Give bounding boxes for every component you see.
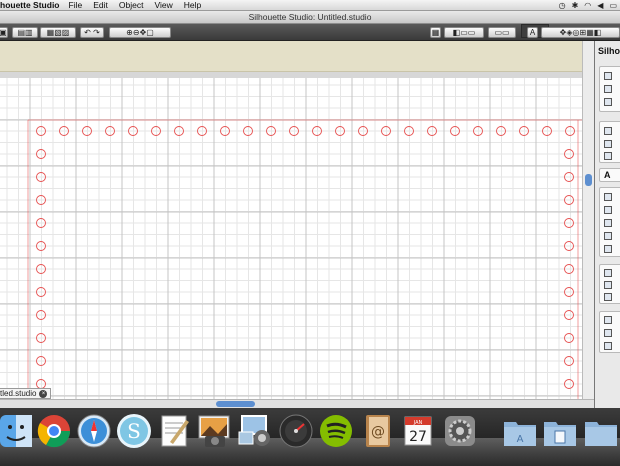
- svg-text:A: A: [517, 434, 524, 445]
- close-icon[interactable]: ×: [39, 389, 48, 398]
- safari-icon[interactable]: [76, 412, 112, 450]
- calendar-month: JAN: [413, 420, 423, 426]
- finder-icon[interactable]: [0, 412, 34, 450]
- calendar-day: 27: [409, 429, 427, 445]
- documents-folder-icon[interactable]: [542, 412, 578, 450]
- text-icon[interactable]: A: [604, 170, 611, 180]
- replicate-icon[interactable]: [604, 232, 612, 240]
- modify-icon[interactable]: [604, 245, 612, 253]
- menu-object[interactable]: Object: [119, 0, 144, 10]
- panel-section-page: [599, 66, 620, 112]
- panel-section-cut: [599, 311, 620, 353]
- menu-help[interactable]: Help: [184, 0, 201, 10]
- svg-text:S: S: [127, 419, 141, 443]
- vertical-scroll-thumb[interactable]: [585, 174, 592, 186]
- grid-settings-icon[interactable]: [604, 85, 612, 93]
- system-preferences-icon[interactable]: [442, 412, 478, 450]
- applications-folder-icon[interactable]: A: [502, 412, 538, 450]
- trace-icon[interactable]: [604, 293, 612, 301]
- bluetooth-icon[interactable]: ✱: [572, 1, 579, 10]
- undo-icon: ↶: [84, 28, 91, 37]
- print-icon: ▤▥: [17, 28, 33, 37]
- menu-bar: houette Studio File Edit Object View Hel…: [0, 0, 620, 11]
- open-icon: ▣: [0, 28, 7, 37]
- menu-edit[interactable]: Edit: [93, 0, 108, 10]
- design-canvas[interactable]: [0, 78, 582, 399]
- panel-section-text: A: [599, 168, 620, 182]
- offset-icon[interactable]: [604, 316, 612, 324]
- menu-view[interactable]: View: [154, 0, 172, 10]
- page-settings-icon[interactable]: [604, 72, 612, 80]
- zoom-in-icon: ⊕: [126, 28, 133, 37]
- panel-title: Silhou: [598, 46, 620, 56]
- cut-copy-paste-group[interactable]: ▦▧▨: [40, 27, 76, 38]
- cut-settings-icon[interactable]: [604, 342, 612, 350]
- redo-icon: ↷: [93, 28, 100, 37]
- text-icon: A: [529, 28, 536, 37]
- horizontal-scroll-thumb[interactable]: [216, 401, 255, 407]
- status-icons: ◷ ✱ ◠ ◀ ▭: [559, 0, 617, 11]
- window-title-bar: Silhouette Studio: Untitled.studio: [0, 11, 620, 24]
- object-tools-group[interactable]: ✥◈◎⊞▦◧: [541, 27, 620, 38]
- fill-icon[interactable]: [604, 140, 612, 148]
- toolbar: ▣ ▤▥ ▦▧▨ ↶ ↷ ⊕⊖✥▢ ▦ ◧▭▭ ▭▭ A ✥◈◎⊞▦◧: [0, 24, 620, 41]
- grid-toggle-button[interactable]: ▦: [430, 27, 441, 38]
- battery-icon[interactable]: ▭: [609, 1, 617, 10]
- spotify-icon[interactable]: [318, 412, 354, 450]
- downloads-folder-icon[interactable]: [583, 412, 619, 450]
- rotate-icon[interactable]: [604, 206, 612, 214]
- menu-file[interactable]: File: [69, 0, 83, 10]
- open-button[interactable]: ▣: [0, 27, 8, 38]
- silhouette-studio-icon[interactable]: S: [116, 412, 152, 450]
- text-tool-button[interactable]: A: [527, 27, 538, 38]
- vertical-scrollbar[interactable]: [582, 41, 594, 408]
- window-title: Silhouette Studio: Untitled.studio: [248, 12, 372, 22]
- volume-icon[interactable]: ◀: [597, 1, 603, 10]
- panel-section-lines: [599, 121, 620, 163]
- document-tab[interactable]: tled.studio ×: [0, 388, 52, 399]
- cut-grid: [0, 78, 582, 399]
- undo-redo-group[interactable]: ↶ ↷: [80, 27, 104, 38]
- calendar-icon[interactable]: JAN 27: [400, 412, 436, 450]
- iphoto-icon[interactable]: [196, 412, 232, 450]
- zoom-tools-group[interactable]: ⊕⊖✥▢: [109, 27, 171, 38]
- image-capture-icon[interactable]: [236, 412, 272, 450]
- save-print-group[interactable]: ▤▥: [12, 27, 38, 38]
- registration-icon[interactable]: [604, 98, 612, 106]
- textedit-icon[interactable]: [156, 412, 192, 450]
- library-icon[interactable]: [604, 269, 612, 277]
- svg-text:@: @: [371, 424, 385, 440]
- copy-icon: ▦▧▨: [46, 28, 70, 37]
- wifi-icon[interactable]: ◠: [584, 1, 591, 10]
- align-icon[interactable]: [604, 219, 612, 227]
- cut-style-icon[interactable]: [604, 152, 612, 160]
- zoom-out-icon: ⊖: [132, 28, 140, 37]
- transform-icon[interactable]: [604, 193, 612, 201]
- store-icon[interactable]: [604, 281, 612, 289]
- panel-section-library: [599, 264, 620, 304]
- app-menu[interactable]: houette Studio: [0, 0, 60, 10]
- time-machine-icon[interactable]: ◷: [559, 1, 566, 10]
- view-mode-group[interactable]: ◧▭▭: [444, 27, 484, 38]
- document-tab-label: tled.studio: [0, 388, 37, 398]
- fit-icon: ▢: [146, 28, 154, 37]
- horizontal-scrollbar[interactable]: [0, 399, 594, 408]
- chrome-icon[interactable]: [36, 412, 72, 450]
- line-style-icon[interactable]: [604, 127, 612, 135]
- address-book-icon[interactable]: @: [360, 412, 396, 450]
- page-setup-group[interactable]: ▭▭: [488, 27, 516, 38]
- select-icon[interactable]: [604, 329, 612, 337]
- panel-section-transform: [599, 187, 620, 257]
- right-tool-panel: Silhou A: [594, 41, 620, 408]
- page-margin-strip: [0, 41, 582, 72]
- dashboard-icon[interactable]: [278, 412, 314, 450]
